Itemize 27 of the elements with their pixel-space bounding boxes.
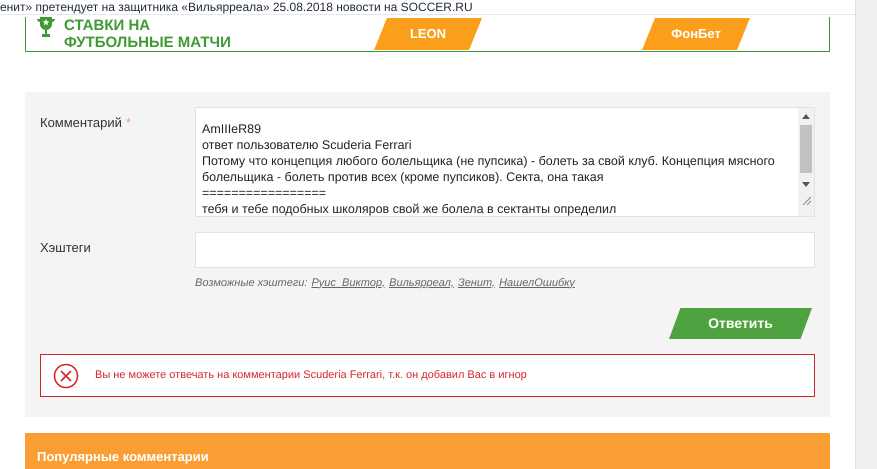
window-title: енит» претендует на защитника «Вильярреала» 25.08.2018 новости на SOCCER.RU [0,0,473,14]
trophy-icon [36,17,56,39]
comment-text-line: AmIIIeR89 [202,120,262,136]
hashtag-link[interactable]: НашелОшибку [499,274,575,291]
scrollbar-thumb[interactable] [800,124,812,172]
hashtag-link[interactable]: Руис_Виктор, [311,274,386,291]
reply-button[interactable]: Ответить [669,308,812,339]
error-icon [53,362,79,388]
banner-title: СТАВКИ НА ФУТБОЛЬНЫЕ МАТЧИ [64,17,232,51]
required-mark: * [126,114,131,130]
scroll-up-icon[interactable] [802,114,810,118]
hint-label: Возможные хэштеги: [195,276,308,290]
comment-text-line: ================= [202,184,328,200]
hashtag-link[interactable]: Зенит, [458,274,496,291]
hashtags-label: Хэштеги [40,240,91,254]
section-title: Популярные комментарии [37,449,209,464]
comment-text-line: ответ пользователю Scuderia Ferrari [202,136,412,152]
comment-textarea[interactable] [195,106,815,216]
hashtag-link[interactable]: Вильярреал, [389,274,454,291]
hashtags-input[interactable] [195,232,815,268]
scroll-down-icon[interactable] [802,182,810,186]
comment-text-line: Потому что концепция любого болельщика (не пупсика) - болеть за свой клуб. Концепция мясного болельщика - болеть против всех (кроме пупсиков). Секта, она такая [202,152,776,184]
comment-text-line: тебя и тебе подобных школяров свой же болела в сектанты определил [202,200,618,216]
error-text: Вы не можете отвечать на комментарии Scuderia Ferrari, т.к. он добавил Вас в игнор [95,368,527,384]
scrollbar[interactable] [798,108,814,216]
resize-grip-icon[interactable] [801,194,811,204]
comment-label: Комментарий [40,114,122,130]
